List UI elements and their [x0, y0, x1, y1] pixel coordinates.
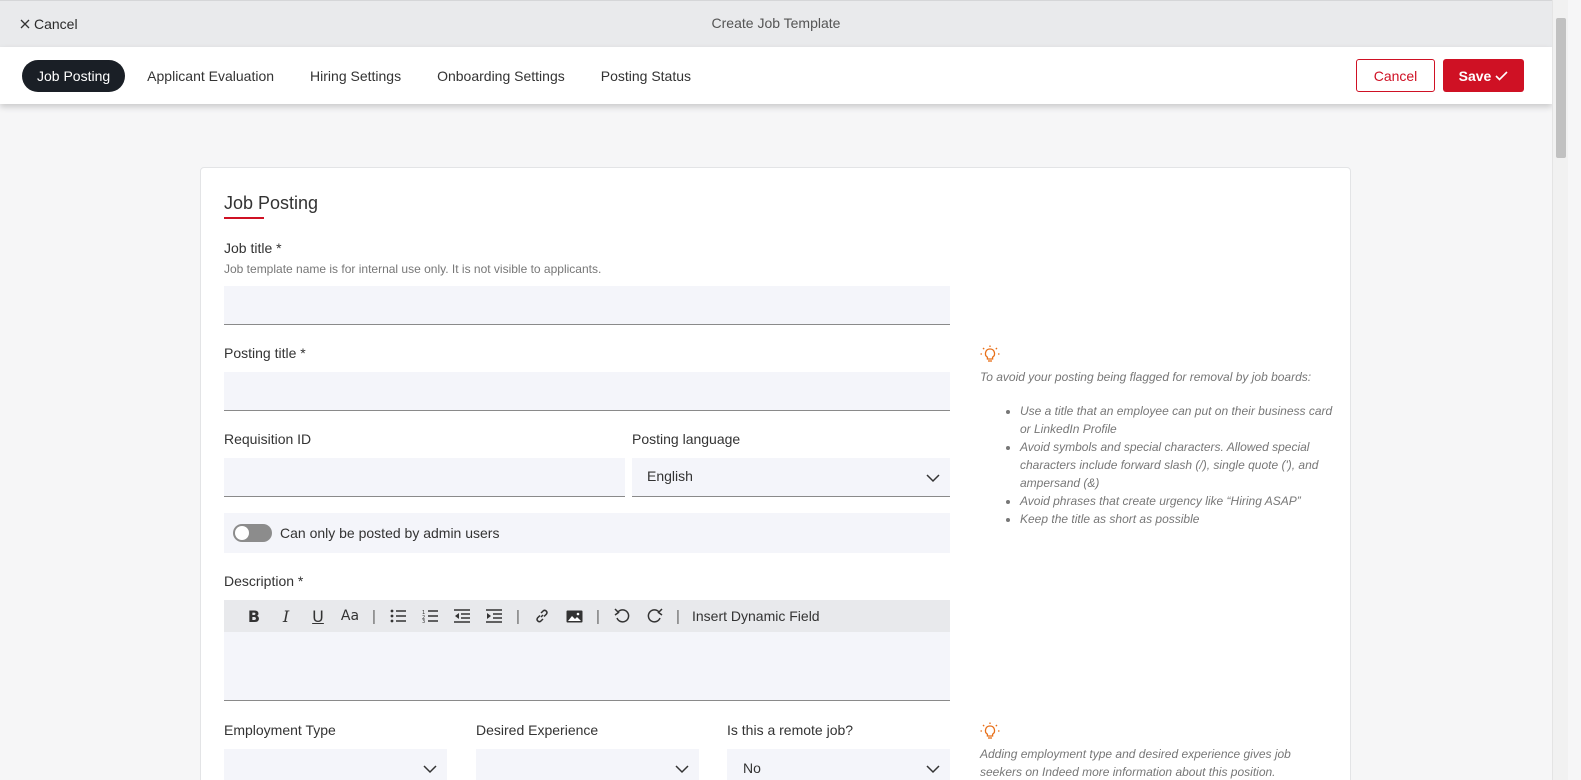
job-posting-card: Job Posting Job title * Job template nam… [200, 167, 1351, 780]
lightbulb-icon [980, 722, 1000, 745]
chevron-down-icon [423, 761, 437, 779]
tab-job-posting[interactable]: Job Posting [22, 60, 126, 92]
description-label: Description * [224, 573, 304, 589]
employment-type-label: Employment Type [224, 722, 336, 738]
svg-text:3: 3 [422, 619, 425, 623]
underline-icon[interactable]: U [302, 600, 334, 632]
tab-bar: Job Posting Applicant Evaluation Hiring … [0, 47, 1552, 104]
job-title-input[interactable] [224, 286, 950, 325]
title-tip: To avoid your posting being flagged for … [980, 368, 1335, 528]
bold-icon[interactable]: B [238, 600, 270, 632]
chevron-down-icon [926, 761, 940, 779]
font-size-icon[interactable]: Aa [334, 600, 366, 632]
title-tip-item: Keep the title as short as possible [1020, 510, 1335, 528]
insert-dynamic-field-button[interactable]: Insert Dynamic Field [692, 608, 820, 624]
admin-only-row: Can only be posted by admin users [224, 513, 950, 553]
job-title-hint: Job template name is for internal use on… [224, 262, 602, 276]
admin-only-label: Can only be posted by admin users [280, 525, 500, 541]
toolbar-divider: | [372, 607, 376, 625]
section-title-underline [224, 217, 264, 219]
posting-language-label: Posting language [632, 431, 741, 447]
admin-only-toggle[interactable] [233, 524, 272, 542]
desired-experience-select[interactable] [476, 749, 699, 780]
job-title-label: Job title * [224, 240, 282, 256]
page-title: Create Job Template [711, 15, 841, 31]
posting-language-select[interactable]: English [632, 458, 950, 497]
outdent-icon[interactable] [446, 600, 478, 632]
toolbar-divider: | [596, 607, 600, 625]
section-title: Job Posting [224, 193, 319, 213]
title-tip-intro: To avoid your posting being flagged for … [980, 370, 1312, 384]
top-bar: Cancel Create Job Template [0, 0, 1552, 47]
chevron-down-icon [675, 761, 689, 779]
requisition-id-label: Requisition ID [224, 431, 312, 447]
numbered-list-icon[interactable]: 123 [414, 600, 446, 632]
bullet-list-icon[interactable] [382, 600, 414, 632]
page-scrollbar[interactable] [1552, 0, 1568, 780]
title-tip-item: Avoid symbols and special characters. Al… [1020, 438, 1335, 492]
title-tip-item: Avoid phrases that create urgency like “… [1020, 492, 1335, 510]
employment-tip-intro: Adding employment type and desired exper… [980, 747, 1291, 779]
lightbulb-icon [980, 345, 1000, 368]
tab-posting-status[interactable]: Posting Status [583, 60, 709, 92]
requisition-id-input[interactable] [224, 458, 625, 497]
checkmark-icon [1495, 68, 1508, 84]
toolbar-divider: | [516, 607, 520, 625]
description-editor[interactable] [224, 632, 950, 701]
link-icon[interactable] [526, 600, 558, 632]
italic-icon[interactable]: I [270, 600, 302, 632]
toggle-knob [235, 526, 249, 540]
toolbar-divider: | [676, 607, 680, 625]
title-tip-item: Use a title that an employee can put on … [1020, 402, 1335, 438]
redo-icon[interactable] [638, 600, 670, 632]
chevron-down-icon [926, 470, 940, 488]
undo-icon[interactable] [606, 600, 638, 632]
title-tip-list: Use a title that an employee can put on … [980, 402, 1335, 528]
scrollbar-thumb[interactable] [1556, 18, 1566, 158]
remote-job-select[interactable]: No [727, 749, 950, 780]
employment-type-select[interactable] [224, 749, 447, 780]
posting-language-value: English [647, 468, 693, 484]
employment-tip: Adding employment type and desired exper… [980, 745, 1300, 780]
editor-toolbar: B I U Aa | 123 | | | Insert Dynamic Fiel… [224, 600, 950, 632]
save-label: Save [1458, 67, 1492, 84]
image-icon[interactable] [558, 600, 590, 632]
save-button[interactable]: Save [1443, 59, 1524, 92]
remote-job-label: Is this a remote job? [727, 722, 854, 738]
tab-list: Job Posting Applicant Evaluation Hiring … [22, 60, 709, 92]
tab-applicant-evaluation[interactable]: Applicant Evaluation [129, 60, 292, 92]
cancel-button[interactable]: Cancel [1356, 59, 1435, 92]
indent-icon[interactable] [478, 600, 510, 632]
posting-title-input[interactable] [224, 372, 950, 411]
desired-experience-label: Desired Experience [476, 722, 599, 738]
tab-onboarding-settings[interactable]: Onboarding Settings [419, 60, 583, 92]
tab-hiring-settings[interactable]: Hiring Settings [292, 60, 419, 92]
remote-job-value: No [743, 760, 761, 776]
posting-title-label: Posting title * [224, 345, 306, 361]
